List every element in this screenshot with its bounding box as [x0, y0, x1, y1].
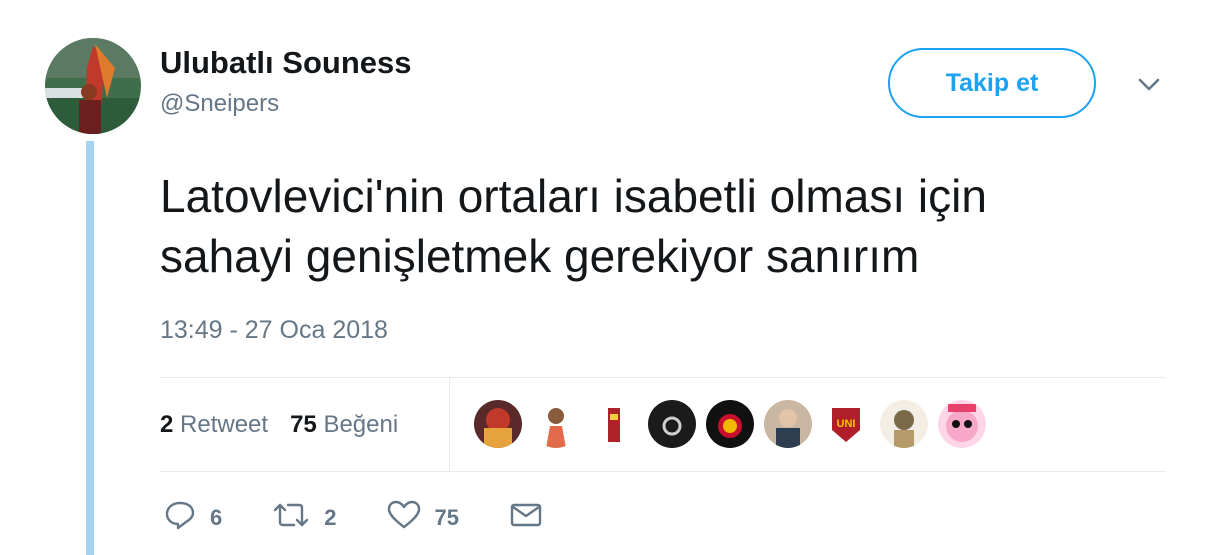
liker-avatar[interactable]: UNI: [822, 400, 870, 448]
like-button[interactable]: 75: [387, 500, 459, 535]
tweet-actions: 6 2 75: [164, 500, 593, 535]
retweet-stat[interactable]: 2 Retweet: [160, 411, 268, 439]
like-stat-count: 75: [290, 410, 317, 438]
like-stat[interactable]: 75 Beğeni: [290, 411, 398, 439]
liker-avatars: UNI: [474, 400, 996, 448]
reply-icon: [164, 500, 196, 535]
tweet-text-line: sahayi genişletmek gerekiyor sanırım: [160, 230, 920, 282]
envelope-icon: [509, 501, 543, 534]
heart-icon: [387, 500, 421, 535]
liker-avatar[interactable]: [880, 400, 928, 448]
tweet-text-line: Latovlevici'nin ortaları isabetli olması…: [160, 170, 987, 222]
retweet-stat-label: Retweet: [180, 410, 269, 438]
liker-avatar[interactable]: [764, 400, 812, 448]
liker-avatar[interactable]: [938, 400, 986, 448]
message-button[interactable]: [509, 501, 543, 534]
follow-button[interactable]: Takip et: [888, 48, 1096, 118]
retweet-icon: [272, 500, 310, 535]
liker-avatar[interactable]: [706, 400, 754, 448]
tweet-text: Latovlevici'nin ortaları isabetli olması…: [160, 166, 1200, 286]
svg-text:UNI: UNI: [837, 418, 856, 430]
thread-line: [86, 141, 94, 555]
author-name[interactable]: Ulubatlı Souness: [160, 44, 411, 82]
liker-avatar[interactable]: [532, 400, 580, 448]
tweet-timestamp[interactable]: 13:49 - 27 Oca 2018: [160, 316, 388, 345]
divider: [160, 471, 1166, 472]
like-count: 75: [434, 504, 459, 530]
retweet-count: 2: [324, 504, 337, 530]
reply-count: 6: [210, 504, 223, 530]
tweet-author: Ulubatlı Souness @Sneipers: [160, 44, 411, 121]
author-avatar[interactable]: [45, 38, 141, 134]
stats-divider: [449, 378, 450, 471]
retweet-stat-count: 2: [160, 410, 174, 438]
liker-avatar[interactable]: [648, 400, 696, 448]
like-stat-label: Beğeni: [323, 410, 399, 438]
tweet-stats: 2 Retweet 75 Beğeni: [160, 378, 420, 471]
liker-avatar[interactable]: [590, 400, 638, 448]
reply-button[interactable]: 6: [164, 500, 222, 535]
liker-avatar[interactable]: [474, 400, 522, 448]
chevron-down-icon[interactable]: [1134, 72, 1164, 98]
author-handle[interactable]: @Sneipers: [160, 87, 411, 121]
retweet-button[interactable]: 2: [272, 500, 337, 535]
